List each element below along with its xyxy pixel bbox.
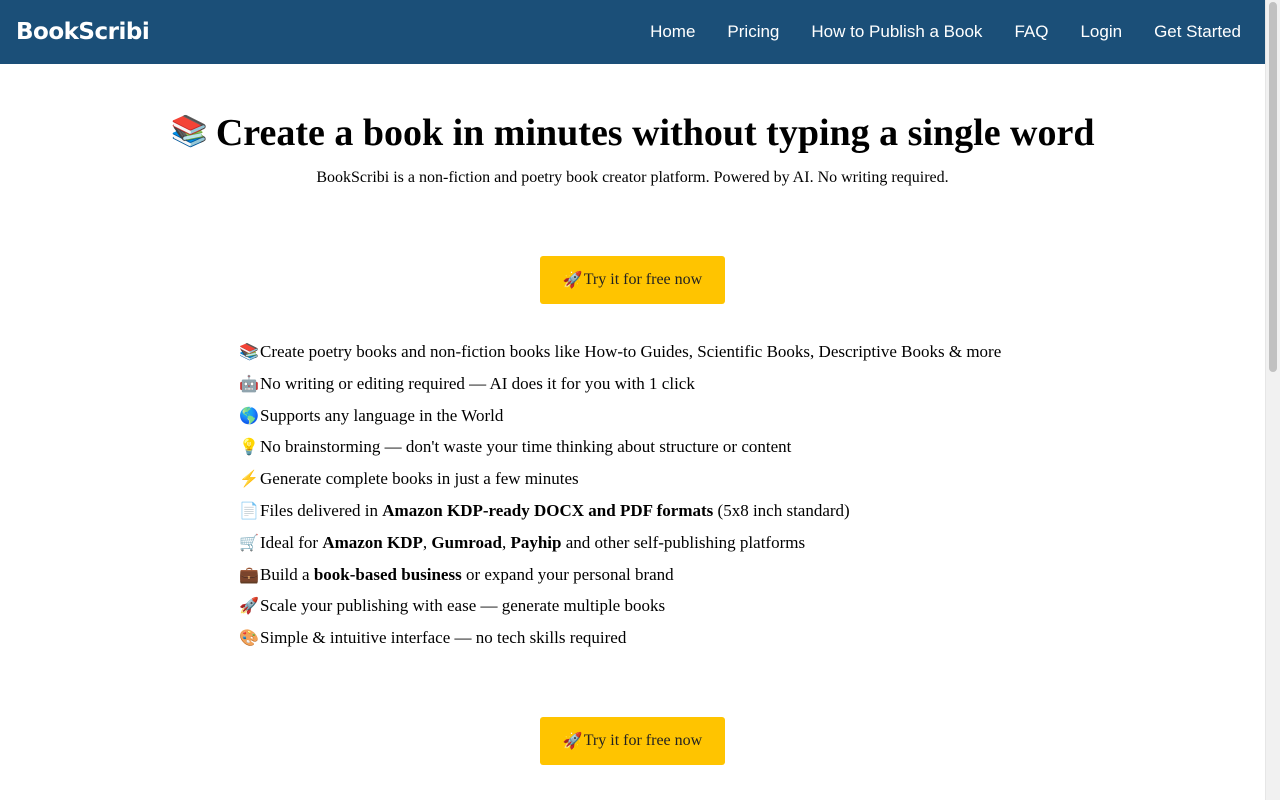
briefcase-icon: 💼 xyxy=(239,566,259,584)
feature-text: or expand your personal brand xyxy=(461,564,674,584)
feature-text: Simple & intuitive interface — no tech s… xyxy=(260,628,627,648)
lightning-icon: ⚡ xyxy=(239,471,259,489)
nav-link-login[interactable]: Login xyxy=(1080,22,1122,42)
feature-highlight: Payhip xyxy=(510,532,562,552)
lightbulb-icon: 💡 xyxy=(239,439,259,457)
brand-logo[interactable]: BookScribi xyxy=(16,19,150,45)
feature-text: Generate complete books in just a few mi… xyxy=(260,469,579,489)
feature-item: 🎨Simple & intuitive interface — no tech … xyxy=(239,622,1001,654)
hero-section: 📚 Create a book in minutes without typing… xyxy=(0,108,1265,189)
feature-highlight: Amazon KDP-ready DOCX and PDF formats xyxy=(382,500,714,520)
feature-item: 🤖No writing or editing required — AI doe… xyxy=(239,368,1001,400)
feature-item: 💼Build a book-based business or expand y… xyxy=(239,559,1001,591)
try-free-label: Try it for free now xyxy=(583,271,703,288)
books-icon: 📚 xyxy=(170,115,208,148)
globe-icon: 🌎 xyxy=(239,407,259,425)
nav-link-faq[interactable]: FAQ xyxy=(1014,22,1048,42)
feature-item: 📄Files delivered in Amazon KDP-ready DOC… xyxy=(239,495,1001,527)
scrollbar-thumb[interactable] xyxy=(1269,2,1277,372)
feature-highlight: book-based business xyxy=(313,564,462,584)
feature-text: Ideal for xyxy=(260,532,323,552)
feature-text: No writing or editing required — AI does… xyxy=(260,373,695,393)
feature-text: No brainstorming — don't waste your time… xyxy=(260,437,792,457)
page-title-text: Create a book in minutes without typing … xyxy=(215,112,1095,154)
feature-text: and other self-publishing platforms xyxy=(561,532,806,552)
top-navbar: BookScribi Home Pricing How to Publish a… xyxy=(0,0,1265,64)
nav-links: Home Pricing How to Publish a Book FAQ L… xyxy=(618,22,1241,42)
shopping-cart-icon: 🛒 xyxy=(239,534,259,552)
feature-text: Files delivered in xyxy=(260,500,383,520)
nav-link-how-to-publish[interactable]: How to Publish a Book xyxy=(811,22,982,42)
rocket-icon: 🚀 xyxy=(239,598,259,616)
robot-icon: 🤖 xyxy=(239,375,259,393)
feature-highlight: Amazon KDP xyxy=(322,532,423,552)
features-list: 📚Create poetry books and non-fiction boo… xyxy=(239,336,1001,654)
feature-item: ⚡Generate complete books in just a few m… xyxy=(239,463,1001,495)
rocket-icon: 🚀 xyxy=(562,272,583,289)
feature-text: Supports any language in the World xyxy=(260,405,504,425)
feature-text: Scale your publishing with ease — genera… xyxy=(260,596,666,616)
books-icon: 📚 xyxy=(239,344,259,361)
feature-item: 🚀Scale your publishing with ease — gener… xyxy=(239,590,1001,622)
feature-text: Create poetry books and non-fiction book… xyxy=(260,342,1002,361)
page: BookScribi Home Pricing How to Publish a… xyxy=(0,0,1265,800)
feature-item: 📚Create poetry books and non-fiction boo… xyxy=(239,336,1001,368)
document-icon: 📄 xyxy=(239,502,259,520)
try-free-button-top[interactable]: 🚀 Try it for free now xyxy=(540,256,725,304)
feature-text: (5x8 inch standard) xyxy=(713,500,850,520)
palette-icon: 🎨 xyxy=(239,630,259,648)
feature-highlight: Gumroad xyxy=(431,532,502,552)
nav-link-pricing[interactable]: Pricing xyxy=(727,22,779,42)
try-free-button-bottom[interactable]: 🚀 Try it for free now xyxy=(540,717,725,765)
page-subtitle: BookScribi is a non-fiction and poetry b… xyxy=(316,169,949,186)
feature-item: 🛒Ideal for Amazon KDP, Gumroad, Payhip a… xyxy=(239,527,1001,559)
rocket-icon: 🚀 xyxy=(562,733,583,750)
feature-item: 💡No brainstorming — don't waste your tim… xyxy=(239,431,1001,463)
vertical-scrollbar[interactable] xyxy=(1265,0,1280,800)
nav-link-get-started[interactable]: Get Started xyxy=(1154,22,1241,42)
feature-item: 🌎Supports any language in the World xyxy=(239,400,1001,432)
try-free-label: Try it for free now xyxy=(583,732,703,749)
page-title: 📚 Create a book in minutes without typing… xyxy=(0,108,1265,157)
nav-link-home[interactable]: Home xyxy=(650,22,695,42)
feature-text: Build a xyxy=(260,564,314,584)
